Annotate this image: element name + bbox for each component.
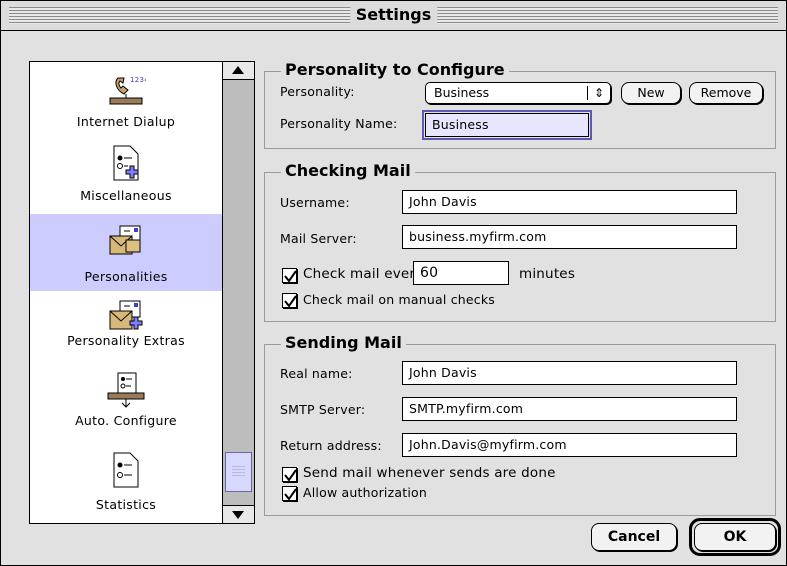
real-name-field[interactable]: John Davis — [402, 361, 737, 385]
auto-configure-icon — [104, 371, 148, 414]
mail-server-label: Mail Server: — [280, 231, 357, 246]
window-title: Settings — [349, 4, 438, 26]
manual-checks-checkbox[interactable] — [282, 293, 297, 308]
group-title: Personality to Configure — [281, 60, 509, 80]
sidebar-item-label: Statistics — [95, 497, 157, 512]
send-when-done-label: Send mail whenever sends are done — [303, 465, 556, 481]
sending-mail-group: Sending Mail Real name: John Davis SMTP … — [264, 333, 776, 516]
arrow-up-icon — [232, 66, 244, 74]
username-label: Username: — [280, 195, 350, 210]
return-address-label: Return address: — [280, 438, 382, 453]
misc-document-icon — [108, 144, 144, 187]
mail-server-field[interactable]: business.myfirm.com — [402, 225, 737, 249]
personality-name-label: Personality Name: — [280, 116, 398, 131]
updown-arrows-icon: ⇕ — [593, 86, 604, 100]
personality-label: Personality: — [280, 84, 355, 99]
statistics-icon — [108, 451, 144, 494]
allow-authorization-label: Allow authorization — [303, 485, 427, 500]
check-interval-field[interactable]: 60 — [413, 261, 509, 285]
sidebar-item-label: Personality Extras — [67, 333, 185, 348]
sidebar-item-auto-configure[interactable]: Auto. Configure — [30, 369, 222, 447]
group-title: Checking Mail — [281, 161, 415, 181]
ok-button[interactable]: OK — [694, 523, 776, 551]
real-name-label: Real name: — [280, 366, 353, 381]
personalities-icon — [106, 222, 146, 261]
scroll-up-arrow[interactable] — [223, 62, 254, 80]
checkmark-icon — [284, 270, 297, 283]
checkmark-icon — [284, 295, 297, 308]
popup-divider — [587, 86, 588, 100]
checking-mail-group: Checking Mail Username: John Davis Mail … — [264, 161, 776, 322]
checkmark-icon — [284, 488, 297, 501]
send-when-done-checkbox[interactable] — [282, 467, 297, 482]
scroll-thumb[interactable] — [225, 452, 252, 492]
personality-name-field[interactable]: Business — [422, 110, 592, 140]
return-address-field[interactable]: John.Davis@myfirm.com — [402, 433, 737, 457]
sidebar-item-miscellaneous[interactable]: Miscellaneous — [30, 138, 222, 214]
personality-config-group: Personality to Configure Personality: Bu… — [264, 60, 776, 149]
sidebar-item-label: Internet Dialup — [76, 114, 176, 129]
check-mail-every-checkbox[interactable] — [282, 268, 297, 283]
cancel-button[interactable]: Cancel — [591, 523, 677, 551]
sidebar-item-label: Auto. Configure — [75, 413, 177, 428]
svg-text:1234: 1234 — [130, 76, 146, 84]
smtp-server-label: SMTP Server: — [280, 402, 366, 417]
sidebar-item-personality-extras[interactable]: Personality Extras — [30, 291, 222, 369]
minutes-label: minutes — [519, 266, 576, 282]
settings-category-list: 1234 Internet Dialup Miscellane — [29, 61, 255, 524]
group-title: Sending Mail — [281, 333, 406, 353]
sidebar-item-internet-dialup[interactable]: 1234 Internet Dialup — [30, 62, 222, 138]
smtp-server-field[interactable]: SMTP.myfirm.com — [402, 397, 737, 421]
sidebar-item-personalities[interactable]: Personalities — [30, 214, 222, 291]
sidebar-item-label: Miscellaneous — [80, 188, 172, 203]
settings-window: Settings 1234 Internet Dialup — [0, 0, 787, 566]
remove-personality-button[interactable]: Remove — [689, 82, 763, 104]
sidebar-item-label: Personalities — [84, 269, 168, 284]
personality-popup-value: Business — [434, 85, 490, 100]
checkmark-icon — [284, 469, 297, 482]
category-scroll-area: 1234 Internet Dialup Miscellane — [30, 62, 222, 523]
scroll-down-arrow[interactable] — [223, 505, 254, 523]
arrow-down-icon — [232, 511, 244, 519]
phone-dialup-icon: 1234 — [106, 72, 149, 111]
new-personality-button[interactable]: New — [621, 82, 681, 104]
manual-checks-label: Check mail on manual checks — [303, 292, 496, 307]
sidebar-item-statistics[interactable]: Statistics — [30, 447, 222, 523]
check-mail-every-label: Check mail every — [303, 266, 424, 282]
sidebar-scrollbar[interactable] — [222, 62, 254, 523]
allow-authorization-checkbox[interactable] — [282, 486, 297, 501]
title-bar[interactable]: Settings — [1, 1, 786, 31]
personality-popup[interactable]: Business ⇕ — [425, 82, 611, 104]
username-field[interactable]: John Davis — [402, 190, 737, 214]
